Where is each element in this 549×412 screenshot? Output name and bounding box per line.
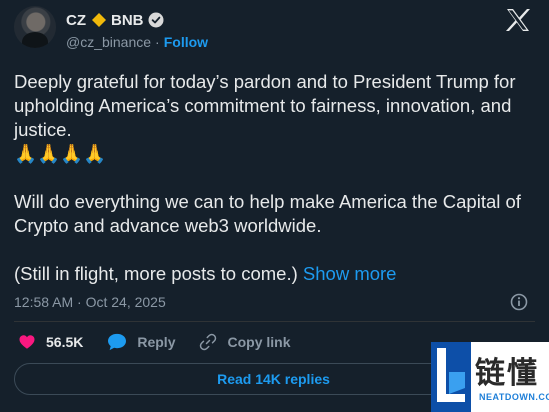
author-handle[interactable]: @cz_binance — [66, 34, 151, 50]
author-display-name[interactable]: CZ — [66, 12, 86, 29]
author-handle-row: @cz_binance · Follow — [66, 34, 208, 50]
divider — [14, 321, 535, 322]
tweet-paragraph-2: Will do everything we can to help make A… — [14, 191, 521, 236]
tweet-paragraph-3: (Still in flight, more posts to come.) S… — [14, 262, 539, 286]
follow-button[interactable]: Follow — [164, 34, 208, 50]
tweet-paragraph-3-text: (Still in flight, more posts to come.) — [14, 263, 298, 284]
heart-icon — [19, 335, 35, 349]
copy-link-label: Copy link — [227, 334, 291, 350]
tweet-paragraph-1: Deeply grateful for today’s pardon and t… — [14, 71, 516, 140]
avatar[interactable] — [14, 6, 56, 48]
copy-link-button[interactable]: Copy link — [199, 333, 291, 351]
author-badge-name: BNB — [111, 11, 144, 29]
x-logo-icon[interactable] — [505, 8, 531, 32]
reply-button[interactable]: Reply — [107, 333, 175, 351]
like-count: 56.5K — [46, 334, 84, 350]
neatdown-logo-icon — [431, 342, 471, 412]
tweet-body: Deeply grateful for today’s pardon and t… — [14, 70, 539, 286]
watermark-cn-text: 链懂 — [475, 356, 539, 391]
like-button[interactable]: 56.5K — [18, 333, 83, 351]
author-name-row: CZ BNB — [66, 11, 164, 29]
action-bar: 56.5K Reply Copy link — [18, 333, 315, 351]
show-more-link[interactable]: Show more — [303, 263, 397, 284]
bnb-diamond-icon — [92, 13, 106, 27]
speech-bubble-icon — [108, 333, 127, 351]
tweet-timestamp[interactable]: 12:58 AM · Oct 24, 2025 — [14, 294, 166, 310]
handle-separator: · — [155, 34, 160, 50]
watermark-en-text: NEATDOWN.COM — [479, 392, 549, 402]
tweet-emoji-row: 🙏🙏🙏🙏 — [14, 143, 107, 164]
watermark: 链懂 NEATDOWN.COM — [431, 342, 549, 412]
info-icon[interactable] — [510, 293, 528, 311]
reply-label: Reply — [137, 334, 176, 350]
verified-badge-icon[interactable] — [148, 12, 164, 28]
link-icon — [200, 333, 217, 351]
tweet-card: CZ BNB @cz_binance · Follow Deeply grate… — [0, 0, 549, 412]
